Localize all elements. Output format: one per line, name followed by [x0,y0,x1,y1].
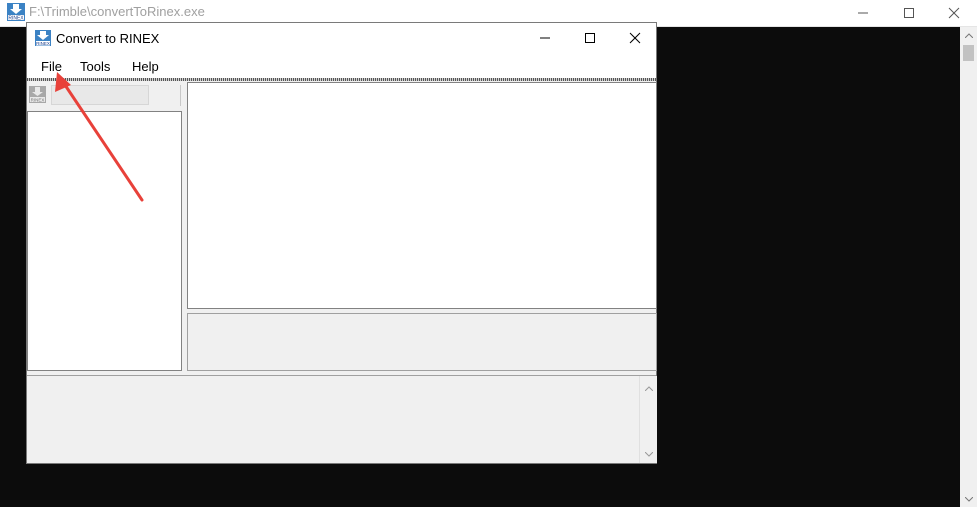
scroll-up-icon[interactable] [640,380,657,396]
svg-text:RINEX: RINEX [36,41,50,46]
minimize-button[interactable] [522,23,568,53]
maximize-icon [585,33,595,43]
console-minimize-button[interactable] [840,0,886,26]
menu-bar: File Tools Help [27,53,656,79]
console-title: F:\Trimble\convertToRinex.exe [29,4,205,19]
scroll-down-icon[interactable] [960,491,977,507]
rinex-icon: RINEX [7,3,25,22]
svg-text:RINEX: RINEX [31,98,45,103]
rinex-toolbar-icon[interactable]: RINEX [29,86,46,103]
menu-separator [27,78,656,81]
svg-text:RINEX: RINEX [8,16,24,22]
console-maximize-button[interactable] [886,0,932,26]
scrollbar-thumb[interactable] [963,45,974,61]
log-scrollbar[interactable] [639,376,657,463]
menu-tools[interactable]: Tools [80,59,110,74]
minimize-icon [858,12,868,14]
console-scrollbar[interactable] [960,27,977,507]
toolbar-selector[interactable] [51,85,149,105]
close-button[interactable] [612,23,658,53]
close-icon [629,32,641,44]
log-output-area[interactable] [27,375,656,463]
toolbar-divider [180,85,181,106]
menu-file[interactable]: File [41,59,62,74]
window-title: Convert to RINEX [56,31,160,46]
maximize-icon [904,8,914,18]
details-panel [187,313,657,371]
close-icon [948,7,960,19]
file-tree-panel[interactable] [27,111,182,371]
main-content-panel[interactable] [187,82,657,309]
minimize-icon [540,37,550,39]
maximize-button[interactable] [567,23,613,53]
scroll-up-icon[interactable] [960,27,977,43]
convert-to-rinex-window: RINEX Convert to RINEX File Tools Help R… [26,22,657,464]
app-titlebar: RINEX Convert to RINEX [27,23,656,53]
menu-help[interactable]: Help [132,59,159,74]
console-close-button[interactable] [931,0,977,26]
rinex-icon: RINEX [35,30,51,46]
scroll-down-icon[interactable] [640,446,657,462]
